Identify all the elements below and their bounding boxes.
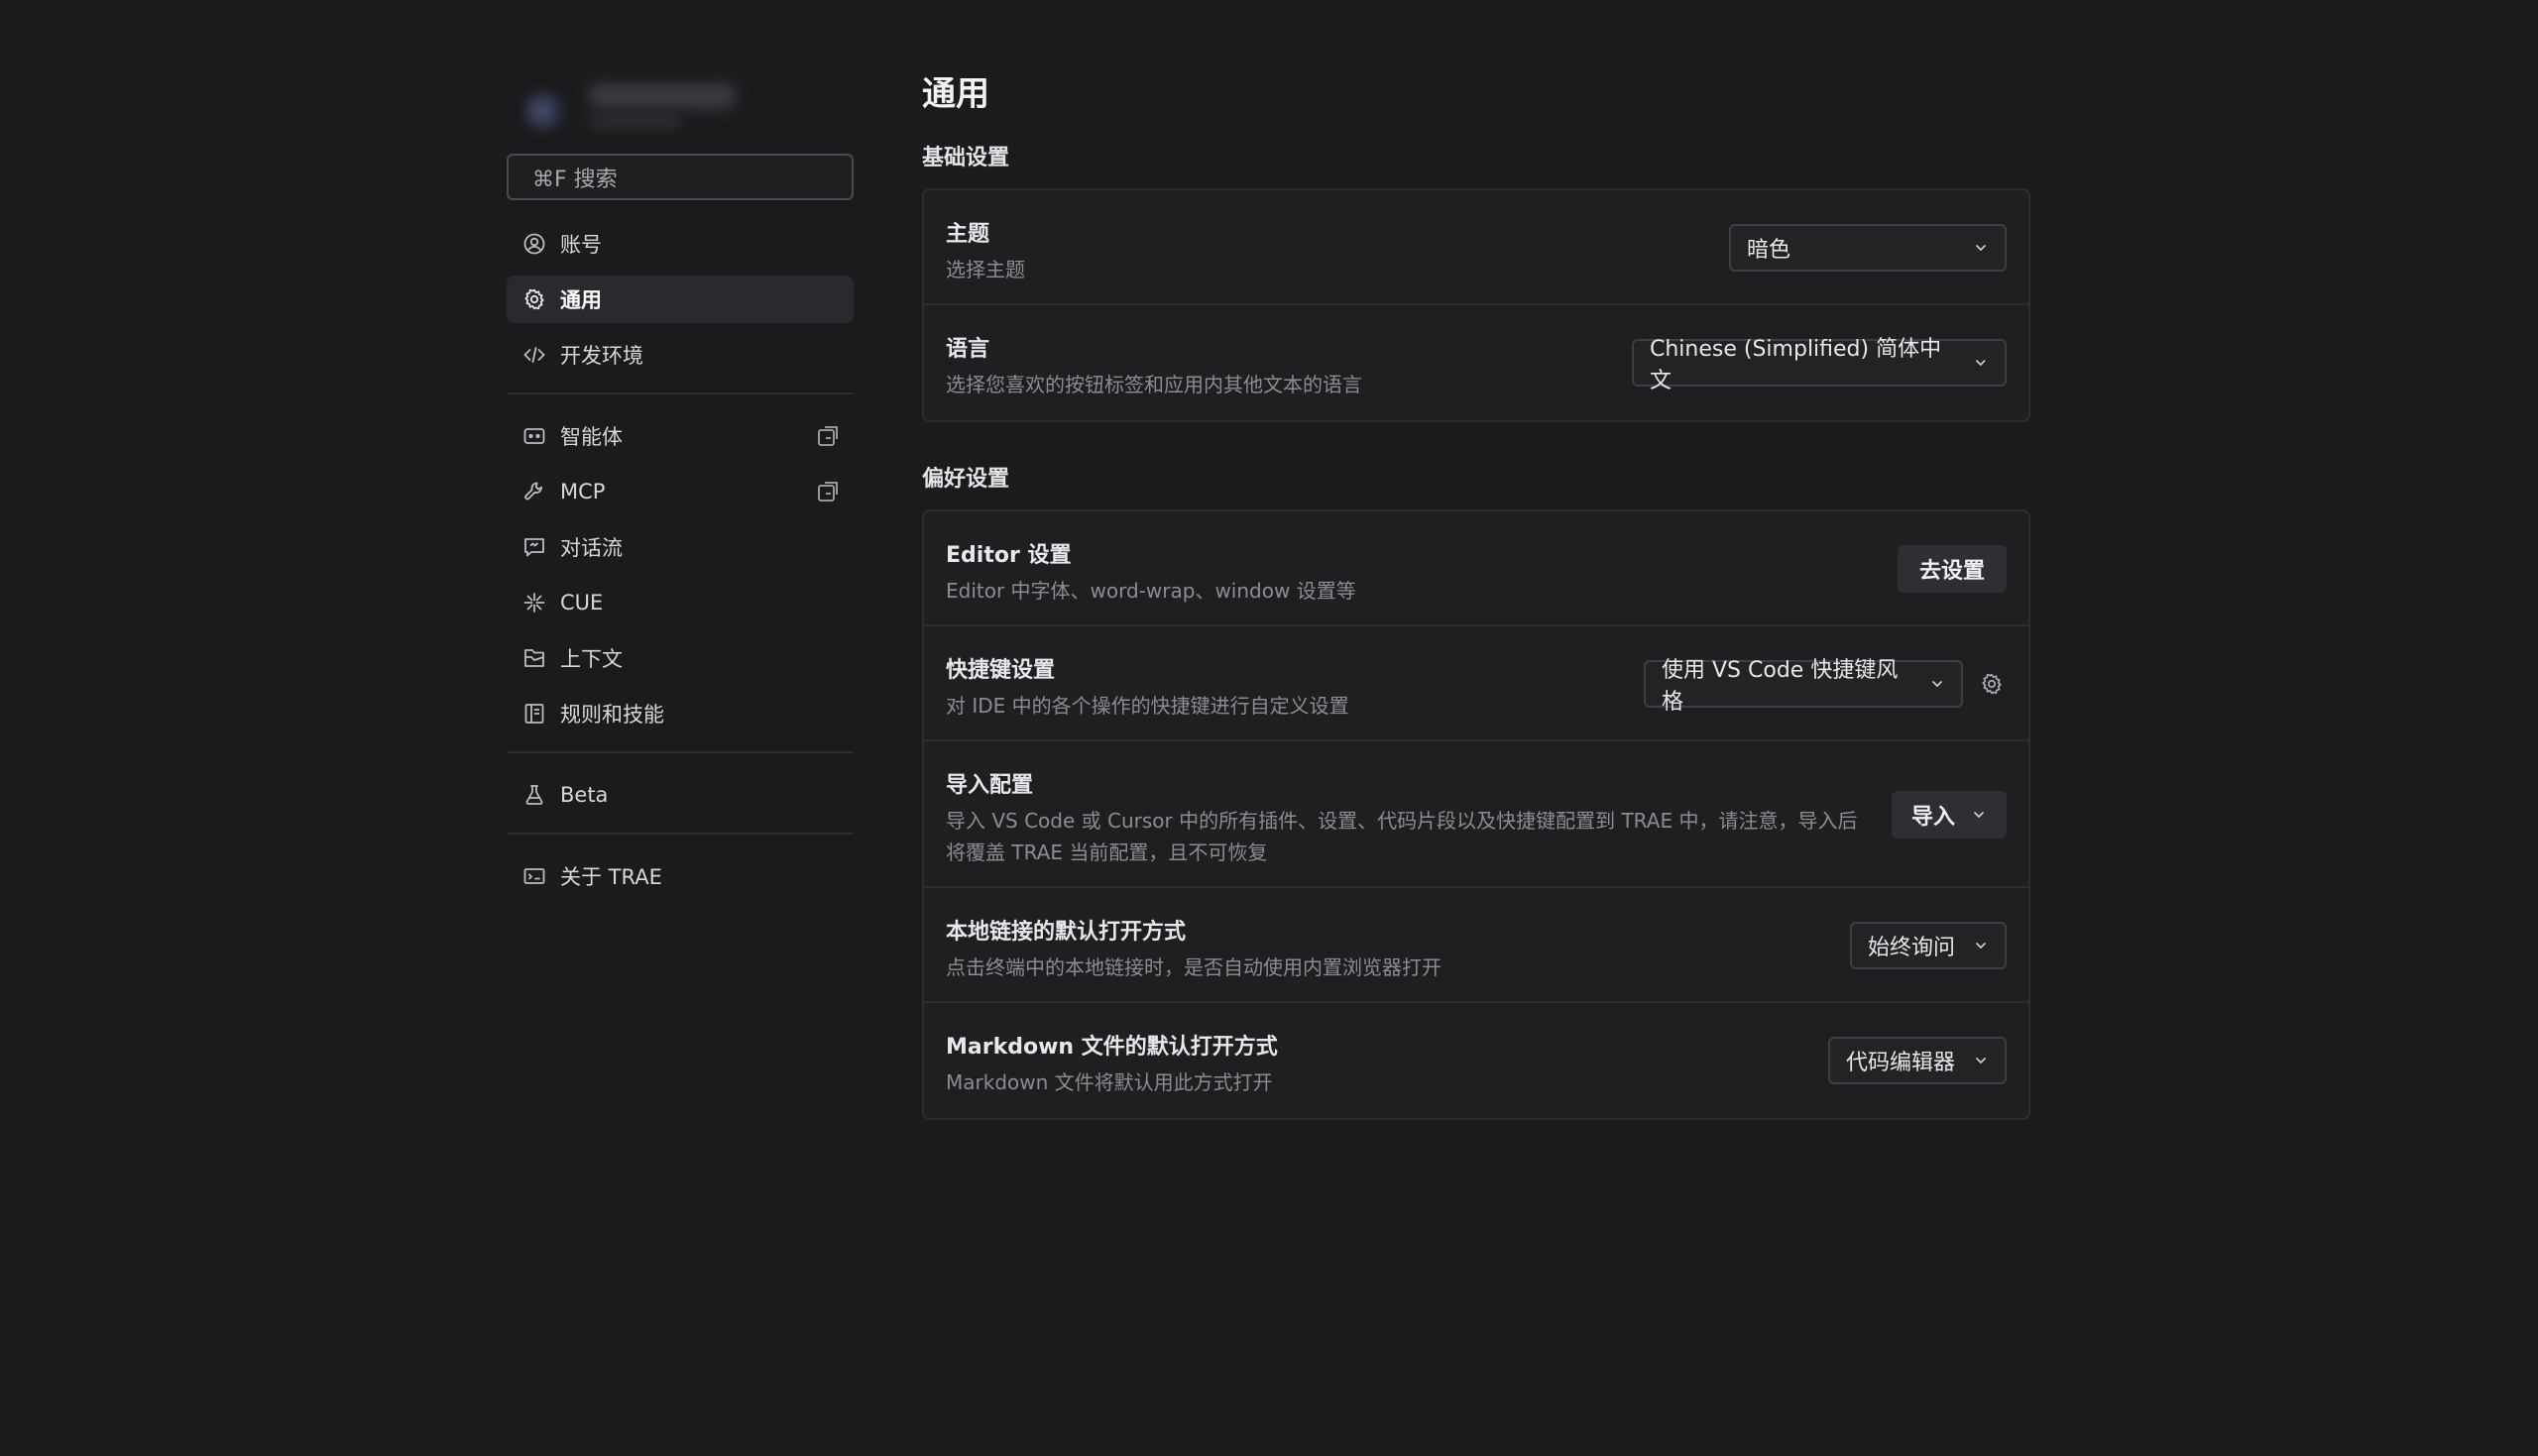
select-value: 始终询问	[1868, 936, 1956, 960]
sparkle-icon	[520, 589, 548, 616]
editor-control: 去设置	[1897, 545, 2007, 593]
language-control: Chinese (Simplified) 简体中文	[1632, 337, 2007, 393]
gear-icon	[1982, 673, 2002, 695]
import-button[interactable]: 导入	[1891, 791, 2007, 839]
user-circle-icon	[520, 230, 548, 258]
sidebar-nav: 账号 通用 开发环境 智能体 MCP 对话流 CUE 上下文 规则和技能 Bet…	[507, 220, 854, 900]
sidebar-divider	[507, 392, 854, 394]
book-icon	[520, 700, 548, 728]
setting-row-local-link: 本地链接的默认打开方式 点击终端中的本地链接时，是否自动使用内置浏览器打开 始终…	[924, 888, 2028, 1003]
flask-icon	[520, 781, 548, 809]
search-input[interactable]: ⌘F 搜索	[507, 154, 854, 200]
chevron-down-icon	[1976, 360, 1986, 367]
sidebar-item-about[interactable]: 关于 TRAE	[507, 852, 854, 900]
setting-row-theme: 主题 选择主题 暗色	[924, 190, 2028, 305]
open-external-icon[interactable]	[816, 480, 840, 504]
setting-desc: 点击终端中的本地链接时，是否自动使用内置浏览器打开	[946, 955, 1442, 979]
sidebar-item-label: CUE	[560, 591, 604, 615]
avatar	[522, 89, 566, 133]
setting-title: 导入配置	[946, 773, 1034, 798]
chevron-down-icon	[1976, 245, 1986, 252]
setting-title: 本地链接的默认打开方式	[946, 920, 1187, 945]
setting-desc: 导入 VS Code 或 Cursor 中的所有插件、设置、代码片段以及快捷键配…	[946, 809, 1858, 864]
go-settings-button[interactable]: 去设置	[1897, 545, 2007, 593]
language-select[interactable]: Chinese (Simplified) 简体中文	[1632, 337, 2007, 393]
sidebar-item-label: Beta	[560, 783, 609, 807]
setting-row-keybindings: 快捷键设置 对 IDE 中的各个操作的快捷键进行自定义设置 使用 VS Code…	[924, 626, 2028, 741]
setting-row-markdown: Markdown 文件的默认打开方式 Markdown 文件将默认用此方式打开 …	[924, 1003, 2028, 1118]
markdown-open-select[interactable]: 代码编辑器	[1828, 1037, 2007, 1084]
select-value: 代码编辑器	[1846, 1051, 1956, 1075]
chat-icon	[520, 533, 548, 561]
sidebar-item-label: 智能体	[560, 425, 623, 449]
setting-row-editor: Editor 设置 Editor 中字体、word-wrap、window 设置…	[924, 511, 2028, 626]
section-title-basic: 基础设置	[922, 146, 1010, 170]
preference-settings-card: Editor 设置 Editor 中字体、word-wrap、window 设置…	[922, 509, 2030, 1120]
trae-logo-icon	[520, 862, 548, 890]
search-label: ⌘F 搜索	[532, 167, 618, 192]
setting-title: Markdown 文件的默认打开方式	[946, 1035, 1278, 1060]
user-profile[interactable]	[509, 69, 854, 149]
profile-subtitle-blurred	[588, 113, 682, 129]
sidebar-item-conversation-flow[interactable]: 对话流	[507, 523, 854, 571]
sidebar-item-label: 上下文	[560, 647, 623, 671]
chevron-down-icon	[1976, 943, 1986, 950]
sidebar-item-label: MCP	[560, 480, 606, 504]
setting-row-import: 导入配置 导入 VS Code 或 Cursor 中的所有插件、设置、代码片段以…	[924, 741, 2028, 888]
select-value: Chinese (Simplified) 简体中文	[1650, 337, 1942, 393]
import-button-label: 导入	[1910, 805, 1955, 830]
setting-title: Editor 设置	[946, 543, 1072, 568]
section-title-preferences: 偏好设置	[922, 467, 1010, 492]
open-external-icon[interactable]	[816, 424, 840, 448]
sidebar-item-context[interactable]: 上下文	[507, 634, 854, 682]
setting-desc: 选择主题	[946, 258, 1025, 281]
sidebar: ⌘F 搜索 账号 通用 开发环境 智能体 MCP 对话流 CUE 上下文 规则和…	[507, 69, 854, 908]
sidebar-item-dev-env[interactable]: 开发环境	[507, 331, 854, 379]
sidebar-item-account[interactable]: 账号	[507, 220, 854, 268]
keybind-settings-button[interactable]	[1977, 669, 2007, 699]
setting-title: 语言	[946, 337, 990, 362]
local-link-select[interactable]: 始终询问	[1850, 922, 2007, 969]
setting-desc: Markdown 文件将默认用此方式打开	[946, 1070, 1273, 1094]
basic-settings-card: 主题 选择主题 暗色 语言 选择您喜欢的按钮标签和应用内其他文本的语言 Chin…	[922, 188, 2030, 422]
keybind-style-select[interactable]: 使用 VS Code 快捷键风格	[1644, 658, 1963, 715]
gear-icon	[520, 285, 548, 313]
code-icon	[520, 341, 548, 369]
sidebar-item-label: 开发环境	[560, 344, 643, 368]
sidebar-item-label: 规则和技能	[560, 703, 664, 727]
setting-title: 主题	[946, 222, 990, 247]
sidebar-item-general[interactable]: 通用	[507, 276, 854, 323]
folder-icon	[520, 644, 548, 672]
chevron-down-icon	[1932, 681, 1942, 688]
sidebar-item-label: 对话流	[560, 536, 623, 560]
sidebar-divider	[507, 751, 854, 753]
setting-row-language: 语言 选择您喜欢的按钮标签和应用内其他文本的语言 Chinese (Simpli…	[924, 305, 2028, 420]
theme-select[interactable]: 暗色	[1729, 224, 2007, 272]
profile-name-blurred	[588, 83, 737, 109]
settings-main: 通用 基础设置 主题 选择主题 暗色 语言 选择您喜欢的按钮标签和应用内其他文本…	[922, 67, 2030, 1120]
local-link-control: 始终询问	[1850, 922, 2007, 969]
sidebar-item-label: 关于 TRAE	[560, 865, 662, 889]
keybind-control: 使用 VS Code 快捷键风格	[1644, 658, 2007, 715]
theme-control: 暗色	[1729, 224, 2007, 272]
import-control: 导入	[1891, 791, 2007, 839]
bot-icon	[520, 422, 548, 450]
sidebar-item-agents[interactable]: 智能体	[507, 412, 854, 460]
sidebar-divider	[507, 833, 854, 835]
select-value: 暗色	[1747, 238, 1791, 263]
sidebar-item-cue[interactable]: CUE	[507, 579, 854, 626]
sidebar-item-mcp[interactable]: MCP	[507, 468, 854, 515]
select-value: 使用 VS Code 快捷键风格	[1662, 658, 1899, 715]
wrench-icon	[520, 478, 548, 505]
chevron-down-icon	[1976, 1058, 1986, 1064]
sidebar-item-label: 通用	[560, 288, 602, 312]
setting-title: 快捷键设置	[946, 658, 1056, 683]
page-title: 通用	[922, 74, 989, 114]
setting-desc: Editor 中字体、word-wrap、window 设置等	[946, 579, 1356, 603]
sidebar-item-beta[interactable]: Beta	[507, 771, 854, 819]
sidebar-item-rules-skills[interactable]: 规则和技能	[507, 690, 854, 737]
chevron-down-icon	[1974, 812, 1984, 819]
markdown-control: 代码编辑器	[1828, 1037, 2007, 1084]
sidebar-item-label: 账号	[560, 233, 602, 257]
